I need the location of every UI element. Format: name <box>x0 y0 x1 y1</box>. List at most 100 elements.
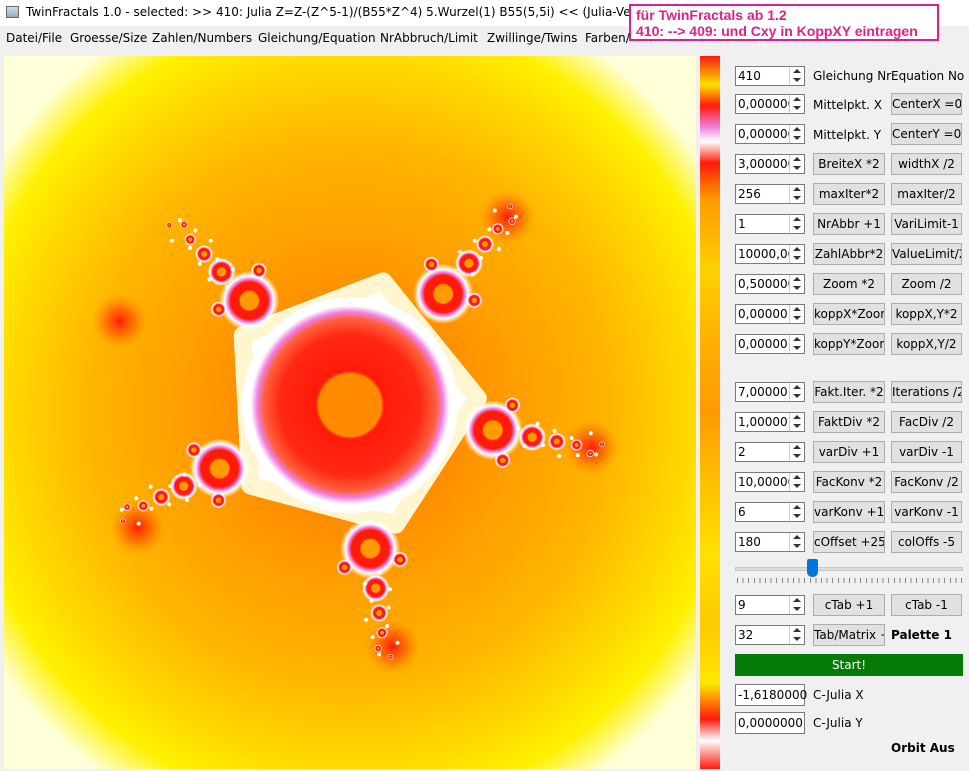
spin-arrows-icon[interactable] <box>789 413 804 431</box>
menu-numbers[interactable]: Zahlen/Numbers <box>152 31 252 45</box>
fakt-iter-double-button[interactable]: Fakt.Iter. *2 <box>813 381 885 403</box>
center-x-reset-button[interactable]: CenterX =0 <box>891 93 962 115</box>
menu-twins[interactable]: Zwillinge/Twins <box>487 31 577 45</box>
fractal-sparkle <box>136 521 141 526</box>
width-spinbox[interactable]: 3,0000000 <box>735 154 805 174</box>
spin-arrows-icon[interactable] <box>789 185 804 203</box>
fractal-sparkle <box>492 208 497 213</box>
zoom-spinbox[interactable]: 0,5000000 <box>735 274 805 294</box>
width-half-button[interactable]: widthX /2 <box>891 153 962 175</box>
ctab-spinbox[interactable]: 9 <box>735 595 805 615</box>
palette-slider-thumb[interactable] <box>806 559 818 577</box>
max-iter-spinbox[interactable]: 256 <box>735 184 805 204</box>
kopp-xy-half-button[interactable]: koppX,Y/2 <box>891 333 962 355</box>
var-konv-spinbox[interactable]: 6 <box>735 502 805 522</box>
fractal-sub-bud <box>210 492 227 509</box>
iterations-half-button[interactable]: Iterations /2 <box>891 381 962 403</box>
kopp-xy-double-button[interactable]: koppX,Y*2 <box>891 303 962 325</box>
zoom-half-button[interactable]: Zoom /2 <box>891 273 962 295</box>
c-julia-y-input[interactable]: 0,0000000 <box>735 712 805 734</box>
fakt-div-double-button[interactable]: FaktDiv *2 <box>813 411 885 433</box>
fractal-sparkle <box>472 238 477 243</box>
fac-div-half-button[interactable]: FacDiv /2 <box>891 411 962 433</box>
fractal-sub-bud <box>494 452 511 469</box>
ctab-plus-button[interactable]: cTab +1 <box>813 594 885 616</box>
fractal-sub-bud <box>180 220 189 229</box>
fac-konv-half-button[interactable]: FacKonv /2 <box>891 471 962 493</box>
spin-arrows-icon[interactable] <box>789 125 804 143</box>
fac-konv-double-button[interactable]: FacKonv *2 <box>813 471 885 493</box>
color-offset-spinbox[interactable]: 180 <box>735 532 805 552</box>
c-julia-y-label: C-Julia Y <box>813 716 863 730</box>
spin-arrows-icon[interactable] <box>789 155 804 173</box>
spin-arrows-icon[interactable] <box>789 95 804 113</box>
spin-arrows-icon[interactable] <box>789 503 804 521</box>
spin-arrows-icon[interactable] <box>789 215 804 233</box>
nr-abbr-spinbox[interactable]: 1 <box>735 214 805 234</box>
color-offset-value: 180 <box>738 535 761 549</box>
menu-size[interactable]: Groesse/Size <box>70 31 147 45</box>
center-y-reset-button[interactable]: CenterY =0 <box>891 123 962 145</box>
vari-limit-minus-button[interactable]: VariLimit-1 <box>891 213 962 235</box>
fractal-sparkle <box>119 507 124 512</box>
spin-arrows-icon[interactable] <box>789 626 804 644</box>
equation-spinbox[interactable]: 410 <box>735 66 805 86</box>
spin-arrows-icon[interactable] <box>789 335 804 353</box>
width-double-button[interactable]: BreiteX *2 <box>813 153 885 175</box>
zoom-double-button[interactable]: Zoom *2 <box>813 273 885 295</box>
spin-arrows-icon[interactable] <box>789 245 804 263</box>
spin-arrows-icon[interactable] <box>789 305 804 323</box>
fractal-sparkle <box>169 238 174 243</box>
ctab-minus-button[interactable]: cTab -1 <box>891 594 962 616</box>
spin-arrows-icon[interactable] <box>789 596 804 614</box>
color-offset-plus-button[interactable]: cOffset +25 <box>813 531 885 553</box>
fractal-sub-bud <box>210 301 227 318</box>
fakt-div-spinbox[interactable]: 1,00000 <box>735 412 805 432</box>
menu-limit[interactable]: NrAbbruch/Limit <box>380 31 478 45</box>
fac-konv-spinbox[interactable]: 10,00000 <box>735 472 805 492</box>
var-konv-minus-button[interactable]: varKonv -1 <box>891 501 962 523</box>
fractal-sparkle <box>487 227 492 232</box>
nr-abbr-plus-button[interactable]: NrAbbr +1 <box>813 213 885 235</box>
start-button[interactable]: Start! <box>735 654 963 676</box>
tab-matrix-plus-button[interactable]: Tab/Matrix + <box>813 624 885 646</box>
kopp-x-zoom-button[interactable]: koppX*Zoom <box>813 303 885 325</box>
fractal-sparkle <box>207 277 212 282</box>
kopp-y-spinbox[interactable]: 0,00000 <box>735 334 805 354</box>
fractal-sub-bud <box>185 441 202 458</box>
value-limit-double-button[interactable]: ZahlAbbr*2 <box>813 243 885 265</box>
color-offset-minus-button[interactable]: colOffs -5 <box>891 531 962 553</box>
max-iter-double-button[interactable]: maxIter*2 <box>813 183 885 205</box>
tab-matrix-spinbox[interactable]: 32 <box>735 625 805 645</box>
fractal-sub-bud <box>376 626 389 639</box>
spin-arrows-icon[interactable] <box>789 533 804 551</box>
kopp-x-spinbox[interactable]: 0,00000 <box>735 304 805 324</box>
menu-bar: Datei/File Groesse/Size Zahlen/Numbers G… <box>0 28 630 48</box>
fakt-iter-spinbox[interactable]: 7,00000 <box>735 382 805 402</box>
spin-arrows-icon[interactable] <box>789 67 804 85</box>
var-konv-plus-button[interactable]: varKonv +1 <box>813 501 885 523</box>
spin-arrows-icon[interactable] <box>789 383 804 401</box>
kopp-y-zoom-button[interactable]: koppY*Zoom <box>813 333 885 355</box>
value-limit-spinbox[interactable]: 10000,000 <box>735 244 805 264</box>
spin-arrows-icon[interactable] <box>789 275 804 293</box>
fractal-sparkle <box>470 272 475 277</box>
fractal-canvas[interactable] <box>4 56 696 769</box>
value-limit-half-button[interactable]: ValueLimit/2 <box>891 243 962 265</box>
menu-colors[interactable]: Farben/ <box>585 31 630 45</box>
var-div-minus-button[interactable]: varDiv -1 <box>891 441 962 463</box>
menu-equation[interactable]: Gleichung/Equation <box>258 31 376 45</box>
fractal-sparkle <box>452 268 457 273</box>
max-iter-half-button[interactable]: maxIter/2 <box>891 183 962 205</box>
var-div-spinbox[interactable]: 2 <box>735 442 805 462</box>
c-julia-x-input[interactable]: -1,6180000 <box>735 684 807 706</box>
spin-arrows-icon[interactable] <box>789 443 804 461</box>
palette-slider-track[interactable] <box>735 567 963 571</box>
spin-arrows-icon[interactable] <box>789 473 804 491</box>
menu-file[interactable]: Datei/File <box>6 31 62 45</box>
fractal-sub-bud <box>570 438 583 451</box>
center-x-spinbox[interactable]: 0,0000000 <box>735 94 805 114</box>
center-y-spinbox[interactable]: 0,0000000 <box>735 124 805 144</box>
orbit-status: Orbit Aus <box>891 741 955 755</box>
var-div-plus-button[interactable]: varDiv +1 <box>813 441 885 463</box>
